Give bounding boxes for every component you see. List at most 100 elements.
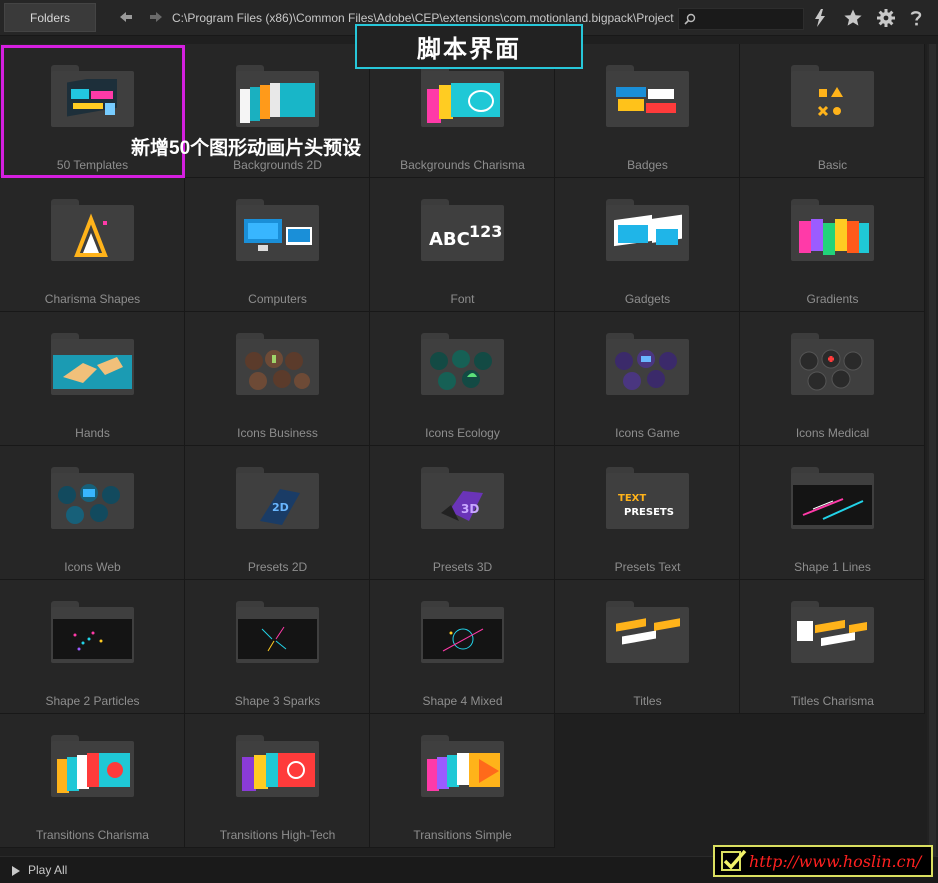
templates-thumb bbox=[67, 79, 117, 117]
presets-3d-thumb: 3D bbox=[441, 491, 483, 521]
play-icon[interactable] bbox=[11, 866, 21, 876]
lightning-icon[interactable] bbox=[810, 8, 830, 28]
help-icon[interactable] bbox=[906, 8, 926, 28]
folder-item[interactable]: Transitions Charisma bbox=[0, 714, 185, 848]
folder-icon bbox=[236, 601, 319, 663]
folder-label: Gadgets bbox=[624, 292, 671, 306]
shape-lines-thumb bbox=[793, 485, 872, 525]
shape-particles-thumb bbox=[53, 619, 132, 659]
folder-label: Backgrounds Charisma bbox=[400, 158, 525, 172]
checkmark-icon bbox=[721, 849, 747, 871]
folder-icon bbox=[236, 65, 319, 127]
folder-item[interactable]: 3D Presets 3D bbox=[370, 446, 555, 580]
backgrounds-charisma-thumb bbox=[427, 83, 500, 123]
gradients-thumb bbox=[799, 219, 869, 255]
svg-text:PRESETS: PRESETS bbox=[624, 507, 674, 518]
folders-button[interactable]: Folders bbox=[4, 3, 96, 32]
watermark-url: http://www.hoslin.cn/ bbox=[749, 852, 922, 871]
presets-text-thumb: TEXT PRESETS bbox=[618, 493, 674, 518]
folder-label: Titles Charisma bbox=[791, 694, 874, 708]
folder-icon bbox=[606, 199, 689, 261]
folder-label: Hands bbox=[75, 426, 110, 440]
folder-icon bbox=[791, 467, 874, 529]
svg-text:3D: 3D bbox=[461, 502, 479, 516]
folder-item[interactable]: Gadgets bbox=[555, 178, 740, 312]
folder-label: Backgrounds 2D bbox=[233, 158, 322, 172]
folder-item[interactable]: Shape 3 Sparks bbox=[185, 580, 370, 714]
folder-icon bbox=[606, 333, 689, 395]
badges-thumb bbox=[616, 87, 676, 113]
folder-item[interactable]: Icons Game bbox=[555, 312, 740, 446]
folder-item[interactable]: ABC 123 Font bbox=[370, 178, 555, 312]
folder-label: Shape 3 Sparks bbox=[234, 694, 321, 708]
folder-item[interactable]: Icons Medical bbox=[740, 312, 925, 446]
play-all-button[interactable]: Play All bbox=[28, 863, 67, 877]
scrollbar-thumb[interactable] bbox=[929, 44, 936, 856]
svg-text:ABC: ABC bbox=[429, 229, 470, 250]
folder-item[interactable]: Basic bbox=[740, 44, 925, 178]
folder-item[interactable]: Computers bbox=[185, 178, 370, 312]
folder-label: Icons Ecology bbox=[425, 426, 500, 440]
folder-label: Badges bbox=[627, 158, 668, 172]
titles-charisma-thumb bbox=[797, 619, 867, 647]
folder-label: Icons Medical bbox=[795, 426, 870, 440]
folder-item[interactable]: Hands bbox=[0, 312, 185, 446]
computers-thumb bbox=[244, 219, 312, 251]
icons-medical-thumb bbox=[799, 349, 863, 391]
folder-icon bbox=[51, 601, 134, 663]
folder-icon bbox=[606, 601, 689, 663]
search-input[interactable] bbox=[678, 8, 804, 30]
folder-item[interactable]: Gradients bbox=[740, 178, 925, 312]
charisma-shapes-thumb bbox=[74, 213, 108, 257]
scrollbar[interactable] bbox=[927, 44, 938, 856]
folder-item[interactable]: Charisma Shapes bbox=[0, 178, 185, 312]
folder-label: Shape 1 Lines bbox=[794, 560, 871, 574]
folder-icon bbox=[421, 601, 504, 663]
forward-arrow-icon[interactable] bbox=[148, 9, 164, 25]
folder-item[interactable]: Icons Business bbox=[185, 312, 370, 446]
folder-icon: 2D bbox=[236, 467, 319, 529]
presets-2d-thumb: 2D bbox=[260, 489, 300, 525]
folder-label: Basic bbox=[817, 158, 848, 172]
folder-icon bbox=[606, 65, 689, 127]
icons-game-thumb bbox=[615, 350, 677, 390]
folder-item[interactable]: Icons Ecology bbox=[370, 312, 555, 446]
folder-item[interactable]: Transitions Simple bbox=[370, 714, 555, 848]
icons-ecology-thumb bbox=[430, 350, 492, 390]
folder-item[interactable]: TEXT PRESETS Presets Text bbox=[555, 446, 740, 580]
gear-icon[interactable] bbox=[876, 8, 896, 28]
folder-icon bbox=[791, 65, 874, 127]
folder-label: Icons Business bbox=[237, 426, 318, 440]
watermark: http://www.hoslin.cn/ bbox=[713, 845, 933, 877]
folder-item[interactable]: Shape 4 Mixed bbox=[370, 580, 555, 714]
folder-item[interactable]: 2D Presets 2D bbox=[185, 446, 370, 580]
folder-item[interactable]: Icons Web bbox=[0, 446, 185, 580]
search-icon bbox=[684, 13, 696, 25]
transitions-charisma-thumb bbox=[57, 753, 130, 793]
folder-label: Titles bbox=[633, 694, 662, 708]
svg-text:2D: 2D bbox=[272, 501, 289, 514]
star-icon[interactable] bbox=[843, 8, 863, 28]
folder-label: Computers bbox=[248, 292, 307, 306]
folder-icon bbox=[51, 333, 134, 395]
folder-label: Font bbox=[450, 292, 475, 306]
folder-item[interactable]: Titles bbox=[555, 580, 740, 714]
folder-item[interactable]: Shape 1 Lines bbox=[740, 446, 925, 580]
folder-item[interactable]: Titles Charisma bbox=[740, 580, 925, 714]
folder-item[interactable]: Transitions High-Tech bbox=[185, 714, 370, 848]
folder-label: Icons Game bbox=[615, 426, 680, 440]
annotation-text: 新增50个图形动画片头预设 bbox=[131, 138, 362, 159]
folder-label: Presets 2D bbox=[247, 560, 308, 574]
backgrounds-2d-thumb bbox=[240, 83, 315, 123]
folder-label: Shape 4 Mixed bbox=[422, 694, 503, 708]
svg-text:TEXT: TEXT bbox=[618, 493, 646, 504]
folder-label: Presets 3D bbox=[432, 560, 493, 574]
gadgets-thumb bbox=[614, 214, 682, 247]
folder-icon bbox=[791, 199, 874, 261]
basic-thumb bbox=[817, 87, 843, 117]
folder-item[interactable]: Shape 2 Particles bbox=[0, 580, 185, 714]
folder-icon: TEXT PRESETS bbox=[606, 467, 689, 529]
back-arrow-icon[interactable] bbox=[118, 9, 134, 25]
folder-label: Transitions High-Tech bbox=[219, 828, 336, 842]
folder-label: Shape 2 Particles bbox=[45, 694, 140, 708]
